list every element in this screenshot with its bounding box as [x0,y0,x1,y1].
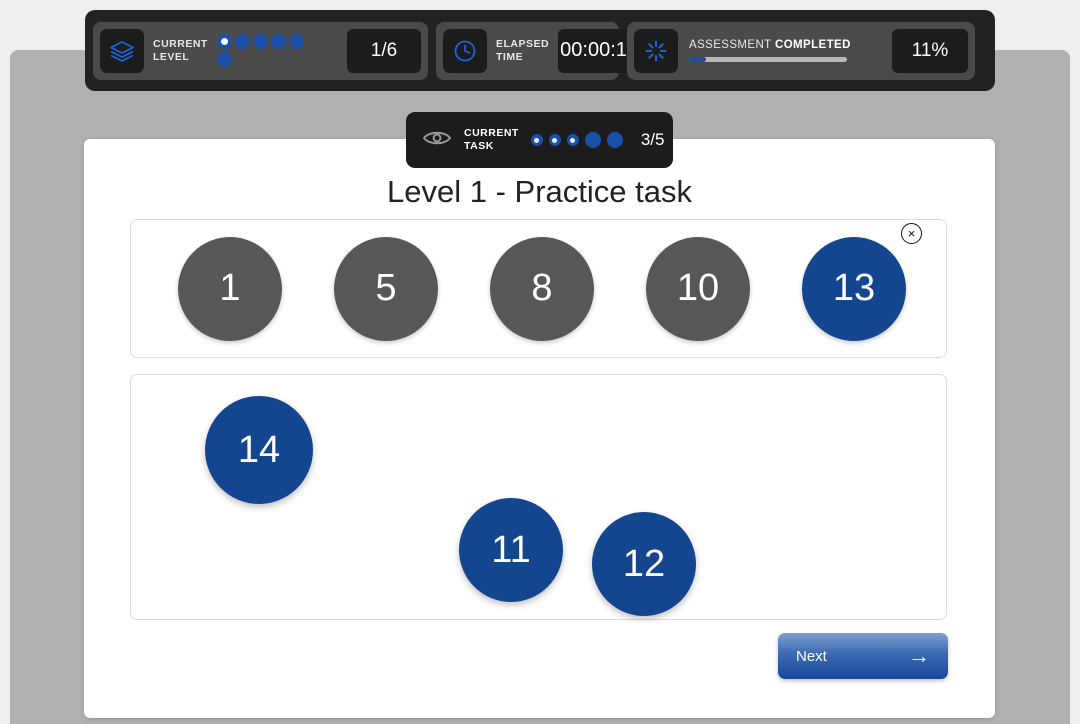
assessment-label: ASSESSMENT COMPLETED [689,39,883,51]
assessment-progress-fill [689,57,707,62]
clock-icon [443,28,487,73]
assessment-percent-value: 11% [892,28,968,73]
level-dot [234,34,250,49]
node-value: 1 [219,267,241,309]
task-dot [566,134,579,146]
pool-node[interactable]: 12 [592,512,696,616]
current-task-label: CURRENT TASK [464,127,519,152]
level-dot [216,34,232,49]
pool-node[interactable]: 14 [205,396,313,504]
pool-node[interactable]: 11 [459,498,563,602]
level-dot [288,34,304,49]
elapsed-time-group: ELAPSED TIME 00:00:18 [436,21,641,80]
answer-pool-panel: 14 11 12 [130,374,947,620]
eye-icon [422,128,452,153]
sequence-node[interactable]: 8 [490,236,594,341]
level-dot [216,52,232,67]
current-task-pill: CURRENT TASK 3/5 [406,112,673,168]
node-value: 13 [832,267,876,309]
assessment-progress-group: ASSESSMENT COMPLETED 11% [627,21,975,80]
task-dot [548,134,561,146]
node-value: 8 [531,267,553,309]
current-level-label: CURRENT LEVEL [153,37,208,63]
node-value: 12 [622,542,666,585]
spinner-icon [634,28,678,73]
layers-icon [100,28,144,73]
current-level-value: 1/6 [347,28,421,73]
assessment-label-plain: ASSESSMENT [689,39,775,51]
current-task-count: 3/5 [640,130,665,149]
node-value: 5 [375,267,397,309]
sequence-node[interactable]: 5 [334,236,438,341]
status-bar: CURRENT LEVEL 1/6 ELAPSED TIME 00:00:18 [85,10,995,91]
level-dots [216,34,311,67]
current-level-group: CURRENT LEVEL 1/6 [93,21,428,80]
remove-node-icon[interactable]: × [901,222,922,244]
task-dot [606,132,623,148]
next-button[interactable]: Next → [778,633,948,679]
task-dot [584,132,601,148]
assessment-progress-track [689,57,847,62]
level-dot [252,34,268,49]
assessment-body: ASSESSMENT COMPLETED [687,39,883,62]
node-value: 11 [491,528,531,571]
node-value: 10 [676,267,720,309]
task-card: Level 1 - Practice task 1 5 8 10 13 × 14 [84,139,995,718]
elapsed-time-label: ELAPSED TIME [496,37,550,63]
current-task-dots [530,132,623,148]
sequence-node[interactable]: 10 [646,236,750,341]
next-button-label: Next [796,647,827,665]
level-dot [270,34,286,49]
arrow-right-icon: → [908,643,930,668]
sequence-row: 1 5 8 10 13 × [131,220,946,357]
task-dot [530,134,543,146]
sequence-node[interactable]: 1 [178,236,282,341]
sequence-node-selected[interactable]: 13 × [802,222,922,341]
assessment-label-bold: COMPLETED [775,39,851,51]
sequence-panel: 1 5 8 10 13 × [130,219,947,358]
node-value: 14 [237,428,281,471]
